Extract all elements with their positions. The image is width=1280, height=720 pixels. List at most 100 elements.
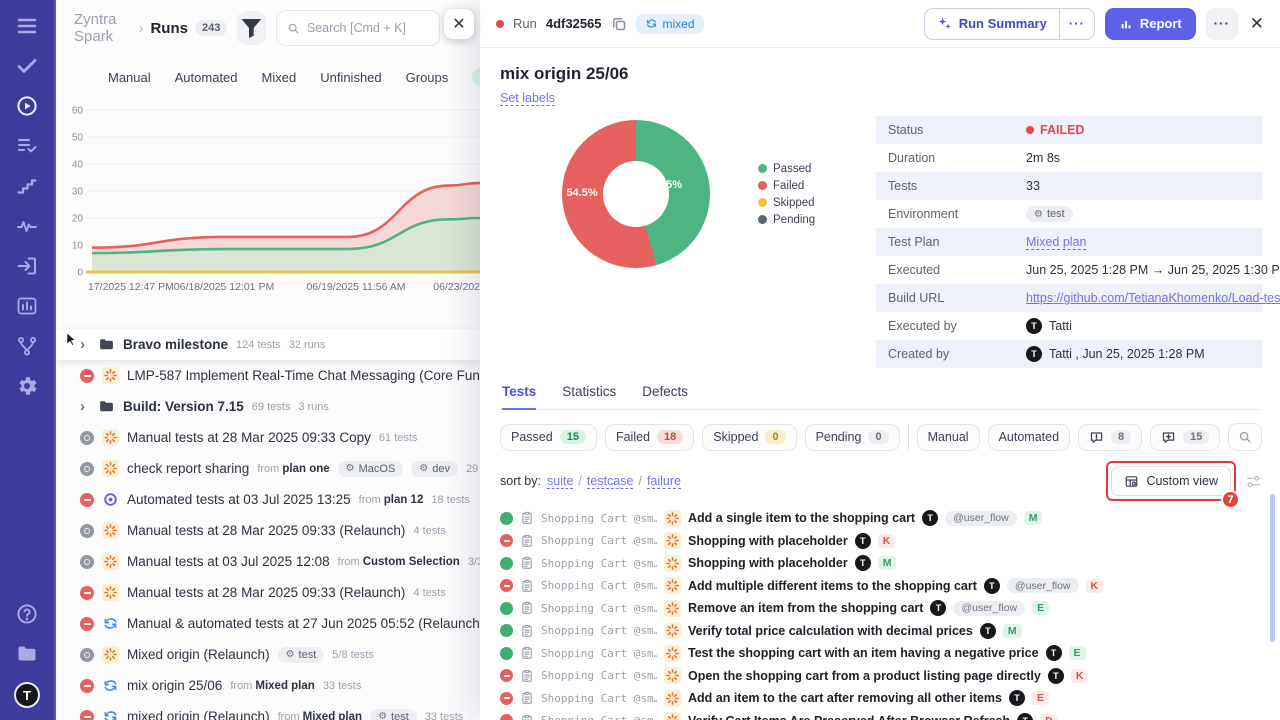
run-row[interactable]: LMP-587 Implement Real-Time Chat Messagi…	[56, 360, 480, 391]
steps-icon[interactable]	[15, 174, 39, 198]
test-plan-link[interactable]: Mixed plan	[1026, 235, 1086, 250]
menu-icon[interactable]	[15, 14, 39, 38]
aborted-status-icon	[80, 555, 94, 569]
tests-scrollbar[interactable]	[1270, 494, 1275, 642]
build-url-link[interactable]: https://github.com/TetianaKhomenko/Load-…	[1026, 291, 1280, 305]
run-row[interactable]: mixed origin (Relaunch)from Mixed plan⚙t…	[56, 701, 480, 720]
test-row[interactable]: Shopping Cart @sm…Shopping with placehol…	[500, 552, 1262, 575]
tag-badge[interactable]: tes	[472, 68, 480, 86]
check-icon[interactable]	[15, 54, 39, 78]
filter-failed[interactable]: Failed18	[605, 424, 694, 451]
search-icon	[287, 21, 300, 36]
git-merge-icon[interactable]	[15, 334, 39, 358]
filter-button[interactable]	[237, 11, 266, 45]
test-row[interactable]: Shopping Cart @sm…Add multiple different…	[500, 575, 1262, 598]
tab-manual[interactable]: Manual	[108, 70, 151, 85]
run-group-row[interactable]: ›Build: Version 7.1569 tests3 runs	[56, 391, 480, 422]
run-plan-ref: from plan one	[257, 463, 329, 475]
test-row[interactable]: Shopping Cart @sm…Verify Cart Items Are …	[500, 710, 1262, 720]
run-row[interactable]: Manual tests at 28 Mar 2025 09:33 (Relau…	[56, 515, 480, 546]
filter-comment-exclamation-icon[interactable]: 8	[1078, 424, 1142, 451]
run-group-row[interactable]: ›Bravo milestone124 tests32 runs	[56, 329, 480, 360]
test-title: Add multiple different items to the shop…	[688, 579, 977, 593]
tab-statistics[interactable]: Statistics	[562, 384, 616, 409]
run-summary-button[interactable]: Run Summary ···	[924, 8, 1095, 40]
report-button[interactable]: Report	[1105, 8, 1196, 40]
chevron-right-icon[interactable]: ›	[80, 398, 90, 415]
test-row[interactable]: Shopping Cart @sm…Shopping with placehol…	[500, 530, 1262, 553]
aborted-status-icon	[80, 524, 94, 538]
tab-defects[interactable]: Defects	[642, 384, 688, 409]
gear-icon[interactable]	[15, 374, 39, 398]
bar-chart-icon[interactable]	[15, 294, 39, 318]
run-row[interactable]: mix origin 25/06from Mixed plan33 tests	[56, 670, 480, 701]
sidebar-icon-group	[15, 54, 39, 414]
run-row[interactable]: Manual tests at 03 Jul 2025 12:08from Cu…	[56, 546, 480, 577]
filter-comment-plus-icon[interactable]: 15	[1150, 424, 1220, 451]
filter-manual[interactable]: Manual	[917, 424, 980, 451]
test-row[interactable]: Shopping Cart @sm…Remove an item from th…	[500, 597, 1262, 620]
test-case-icon	[520, 646, 534, 660]
manual-test-icon	[664, 645, 681, 662]
test-row[interactable]: Shopping Cart @sm…Test the shopping cart…	[500, 642, 1262, 665]
run-tests-count: 5/8 tests	[332, 649, 374, 661]
tab-unfinished[interactable]: Unfinished	[320, 70, 381, 85]
legend-item: Failed	[758, 180, 815, 192]
svg-text:50: 50	[72, 133, 84, 144]
filter-passed[interactable]: Passed15	[500, 424, 597, 451]
test-title: Open the shopping cart from a product li…	[688, 669, 1041, 683]
copy-icon[interactable]	[611, 16, 627, 32]
panel-close-button[interactable]: ✕	[444, 9, 474, 39]
run-row[interactable]: Manual & automated tests at 27 Jun 2025 …	[56, 608, 480, 639]
run-summary-more-button[interactable]: ···	[1060, 9, 1094, 39]
tab-automated[interactable]: Automated	[175, 70, 238, 85]
sort-by-testcase[interactable]: testcase	[587, 474, 634, 489]
test-row[interactable]: Shopping Cart @sm…Open the shopping cart…	[500, 665, 1262, 688]
runs-search-input[interactable]	[307, 21, 429, 35]
tab-mixed[interactable]: Mixed	[262, 70, 297, 85]
tab-groups[interactable]: Groups	[406, 70, 449, 85]
play-circle-icon[interactable]	[15, 94, 39, 118]
test-row[interactable]: Shopping Cart @sm…Add a single item to t…	[500, 507, 1262, 530]
breadcrumb-project[interactable]: Zyntra Spark	[74, 11, 131, 45]
run-row[interactable]: check report sharingfrom plan one⚙MacOS⚙…	[56, 453, 480, 484]
set-labels-link[interactable]: Set labels	[500, 91, 555, 106]
run-title: LMP-587 Implement Real-Time Chat Messagi…	[127, 368, 480, 383]
test-case-icon	[520, 511, 534, 525]
help-icon[interactable]	[15, 602, 39, 626]
runs-search[interactable]	[276, 10, 440, 46]
test-row[interactable]: Shopping Cart @sm…Add an item to the car…	[500, 687, 1262, 710]
test-row[interactable]: Shopping Cart @sm…Verify total price cal…	[500, 620, 1262, 643]
failed-status-icon	[500, 669, 513, 682]
sliders-icon[interactable]	[1245, 473, 1262, 490]
filter-pending[interactable]: Pending0	[805, 424, 900, 451]
close-detail-button[interactable]: ✕	[1250, 14, 1264, 34]
run-row[interactable]: Mixed origin (Relaunch)⚙test5/8 tests	[56, 639, 480, 670]
list-check-icon[interactable]	[15, 134, 39, 158]
filter-automated[interactable]: Automated	[988, 424, 1070, 451]
custom-view-button[interactable]: Custom view	[1111, 466, 1231, 496]
breadcrumb: Zyntra Spark › Runs 243	[74, 11, 227, 45]
manual-run-icon	[102, 522, 119, 539]
tests-search[interactable]	[1228, 423, 1262, 451]
run-row[interactable]: Manual tests at 28 Mar 2025 09:33 (Relau…	[56, 577, 480, 608]
run-row[interactable]: Manual tests at 28 Mar 2025 09:33 Copy61…	[56, 422, 480, 453]
more-actions-button[interactable]: ···	[1206, 8, 1238, 40]
filter-count-chip: 0	[868, 430, 888, 444]
sort-by-failure[interactable]: failure	[647, 474, 681, 489]
passed-status-icon	[500, 512, 513, 525]
info-row: Duration2m 8s	[876, 144, 1262, 172]
chevron-right-icon[interactable]: ›	[80, 336, 90, 353]
tab-tests[interactable]: Tests	[502, 384, 536, 410]
run-row[interactable]: Automated tests at 03 Jul 2025 13:25from…	[56, 484, 480, 515]
user-avatar[interactable]: T	[14, 682, 40, 708]
info-row: Tests33	[876, 172, 1262, 200]
milestone-badge: E	[1032, 691, 1049, 705]
folder-icon[interactable]	[15, 642, 39, 666]
run-title: Manual tests at 03 Jul 2025 12:08	[127, 554, 330, 569]
failed-status-icon	[500, 534, 513, 547]
activity-icon[interactable]	[15, 214, 39, 238]
sort-by-suite[interactable]: suite	[547, 474, 573, 489]
filter-skipped[interactable]: Skipped0	[702, 424, 796, 451]
sign-in-icon[interactable]	[15, 254, 39, 278]
